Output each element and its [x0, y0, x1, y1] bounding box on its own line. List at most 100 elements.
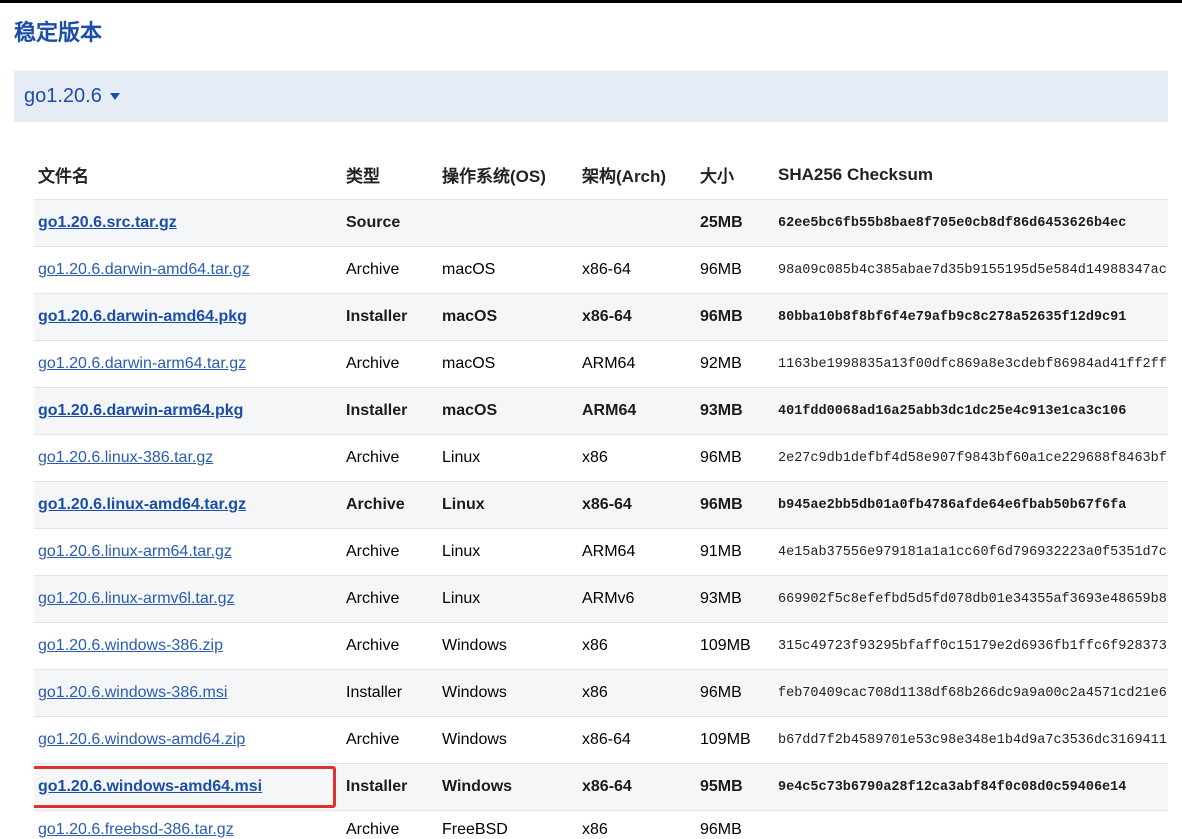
col-file: 文件名: [34, 150, 342, 200]
cell-arch: x86: [578, 623, 696, 670]
col-size: 大小: [696, 150, 774, 200]
file-link[interactable]: go1.20.6.freebsd-386.tar.gz: [38, 821, 234, 838]
file-link[interactable]: go1.20.6.linux-amd64.tar.gz: [38, 496, 246, 513]
cell-os: macOS: [438, 247, 578, 294]
cell-arch: x86-64: [578, 482, 696, 529]
file-link[interactable]: go1.20.6.windows-amd64.msi: [38, 778, 262, 795]
cell-os: macOS: [438, 294, 578, 341]
file-link[interactable]: go1.20.6.darwin-arm64.pkg: [38, 402, 243, 419]
file-link[interactable]: go1.20.6.linux-386.tar.gz: [38, 449, 213, 466]
cell-arch: x86: [578, 670, 696, 717]
col-arch: 架构(Arch): [578, 150, 696, 200]
cell-sha: 4e15ab37556e979181a1a1cc60f6d796932223a0…: [774, 529, 1168, 576]
cell-size: 109MB: [696, 717, 774, 764]
cell-file: go1.20.6.windows-386.msi: [34, 670, 342, 717]
cell-kind: Archive: [342, 482, 438, 529]
version-toggle[interactable]: go1.20.6: [24, 85, 120, 108]
cell-kind: Archive: [342, 247, 438, 294]
table-row: go1.20.6.darwin-amd64.tar.gz ArchivemacOS…: [34, 247, 1168, 294]
cell-file: go1.20.6.darwin-amd64.pkg: [34, 294, 342, 341]
cell-sha: 669902f5c8efefbd5d5fd078db01e34355af3693…: [774, 576, 1168, 623]
cell-sha: 401fdd0068ad16a25abb3dc1dc25e4c913e1ca3c…: [774, 388, 1168, 435]
cell-arch: x86-64: [578, 717, 696, 764]
cell-os: FreeBSD: [438, 811, 578, 839]
cell-file: go1.20.6.darwin-amd64.tar.gz: [34, 247, 342, 294]
cell-sha: b67dd7f2b4589701e53c98e348e1b4d9a7c3536d…: [774, 717, 1168, 764]
cell-size: 96MB: [696, 670, 774, 717]
cell-sha: [774, 811, 1168, 839]
file-link[interactable]: go1.20.6.windows-386.msi: [38, 684, 227, 701]
file-link[interactable]: go1.20.6.linux-arm64.tar.gz: [38, 543, 232, 560]
cell-file: go1.20.6.windows-amd64.msi: [34, 764, 342, 811]
cell-os: Windows: [438, 717, 578, 764]
cell-os: Windows: [438, 670, 578, 717]
file-link[interactable]: go1.20.6.darwin-arm64.tar.gz: [38, 355, 246, 372]
downloads-table-wrap: 文件名 类型 操作系统(OS) 架构(Arch) 大小 SHA256 Check…: [14, 150, 1168, 839]
cell-kind: Archive: [342, 529, 438, 576]
cell-size: 96MB: [696, 247, 774, 294]
file-link[interactable]: go1.20.6.linux-armv6l.tar.gz: [38, 590, 235, 607]
col-kind: 类型: [342, 150, 438, 200]
cell-size: 96MB: [696, 435, 774, 482]
cell-os: Linux: [438, 576, 578, 623]
cell-file: go1.20.6.linux-arm64.tar.gz: [34, 529, 342, 576]
table-row: go1.20.6.darwin-arm64.tar.gz ArchivemacOS…: [34, 341, 1168, 388]
cell-sha: 1163be1998835a13f00dfc869a8e3cdebf86984a…: [774, 341, 1168, 388]
cell-arch: ARM64: [578, 388, 696, 435]
cell-os: Linux: [438, 482, 578, 529]
cell-kind: Installer: [342, 670, 438, 717]
cell-arch: ARM64: [578, 341, 696, 388]
cell-sha: 62ee5bc6fb55b8bae8f705e0cb8df86d6453626b…: [774, 200, 1168, 247]
cell-size: 93MB: [696, 388, 774, 435]
cell-file: go1.20.6.linux-armv6l.tar.gz: [34, 576, 342, 623]
col-sha: SHA256 Checksum: [774, 150, 1168, 200]
cell-file: go1.20.6.darwin-arm64.pkg: [34, 388, 342, 435]
cell-kind: Installer: [342, 294, 438, 341]
cell-kind: Archive: [342, 341, 438, 388]
cell-file: go1.20.6.src.tar.gz: [34, 200, 342, 247]
cell-size: 92MB: [696, 341, 774, 388]
file-link[interactable]: go1.20.6.darwin-amd64.tar.gz: [38, 261, 250, 278]
cell-arch: ARMv6: [578, 576, 696, 623]
file-link[interactable]: go1.20.6.windows-386.zip: [38, 637, 223, 654]
cell-arch: x86-64: [578, 247, 696, 294]
cell-file: go1.20.6.darwin-arm64.tar.gz: [34, 341, 342, 388]
cell-size: 109MB: [696, 623, 774, 670]
cell-os: macOS: [438, 341, 578, 388]
cell-file: go1.20.6.linux-386.tar.gz: [34, 435, 342, 482]
cell-arch: x86: [578, 435, 696, 482]
table-row: go1.20.6.linux-arm64.tar.gzArchiveLinuxA…: [34, 529, 1168, 576]
cell-file: go1.20.6.freebsd-386.tar.gz: [34, 811, 342, 839]
cell-kind: Installer: [342, 764, 438, 811]
downloads-table: 文件名 类型 操作系统(OS) 架构(Arch) 大小 SHA256 Check…: [34, 150, 1168, 839]
cell-kind: Archive: [342, 576, 438, 623]
table-row: go1.20.6.darwin-amd64.pkg InstallermacOSx…: [34, 294, 1168, 341]
table-row: go1.20.6.windows-amd64.msi InstallerWindo…: [34, 764, 1168, 811]
page-content: 稳定版本 go1.20.6 文件名 类型 操作系统(OS) 架构(Arch) 大…: [0, 3, 1182, 839]
table-row: go1.20.6.src.tar.gzSource25MB62ee5bc6fb5…: [34, 200, 1168, 247]
cell-sha: 315c49723f93295bfaff0c15179e2d6936fb1ffc…: [774, 623, 1168, 670]
file-link[interactable]: go1.20.6.darwin-amd64.pkg: [38, 308, 247, 325]
cell-sha: b945ae2bb5db01a0fb4786afde64e6fbab50b67f…: [774, 482, 1168, 529]
cell-sha: 9e4c5c73b6790a28f12ca3abf84f0c08d0c59406…: [774, 764, 1168, 811]
file-link[interactable]: go1.20.6.src.tar.gz: [38, 214, 177, 231]
table-row: go1.20.6.freebsd-386.tar.gzArchiveFreeBS…: [34, 811, 1168, 839]
col-os: 操作系统(OS): [438, 150, 578, 200]
cell-kind: Archive: [342, 717, 438, 764]
cell-arch: ARM64: [578, 529, 696, 576]
table-row: go1.20.6.darwin-arm64.pkgInstallermacOSA…: [34, 388, 1168, 435]
cell-os: Windows: [438, 764, 578, 811]
file-link[interactable]: go1.20.6.windows-amd64.zip: [38, 731, 245, 748]
table-row: go1.20.6.linux-386.tar.gzArchiveLinuxx86…: [34, 435, 1168, 482]
cell-sha: 80bba10b8f8bf6f4e79afb9c8c278a52635f12d9…: [774, 294, 1168, 341]
cell-size: 96MB: [696, 294, 774, 341]
cell-kind: Archive: [342, 623, 438, 670]
cell-size: 93MB: [696, 576, 774, 623]
cell-arch: x86-64: [578, 294, 696, 341]
cell-size: 96MB: [696, 811, 774, 839]
cell-arch: [578, 200, 696, 247]
cell-file: go1.20.6.linux-amd64.tar.gz: [34, 482, 342, 529]
cell-sha: 2e27c9db1defbf4d58e907f9843bf60a1ce22968…: [774, 435, 1168, 482]
cell-file: go1.20.6.windows-amd64.zip: [34, 717, 342, 764]
cell-sha: 98a09c085b4c385abae7d35b9155195d5e584d14…: [774, 247, 1168, 294]
